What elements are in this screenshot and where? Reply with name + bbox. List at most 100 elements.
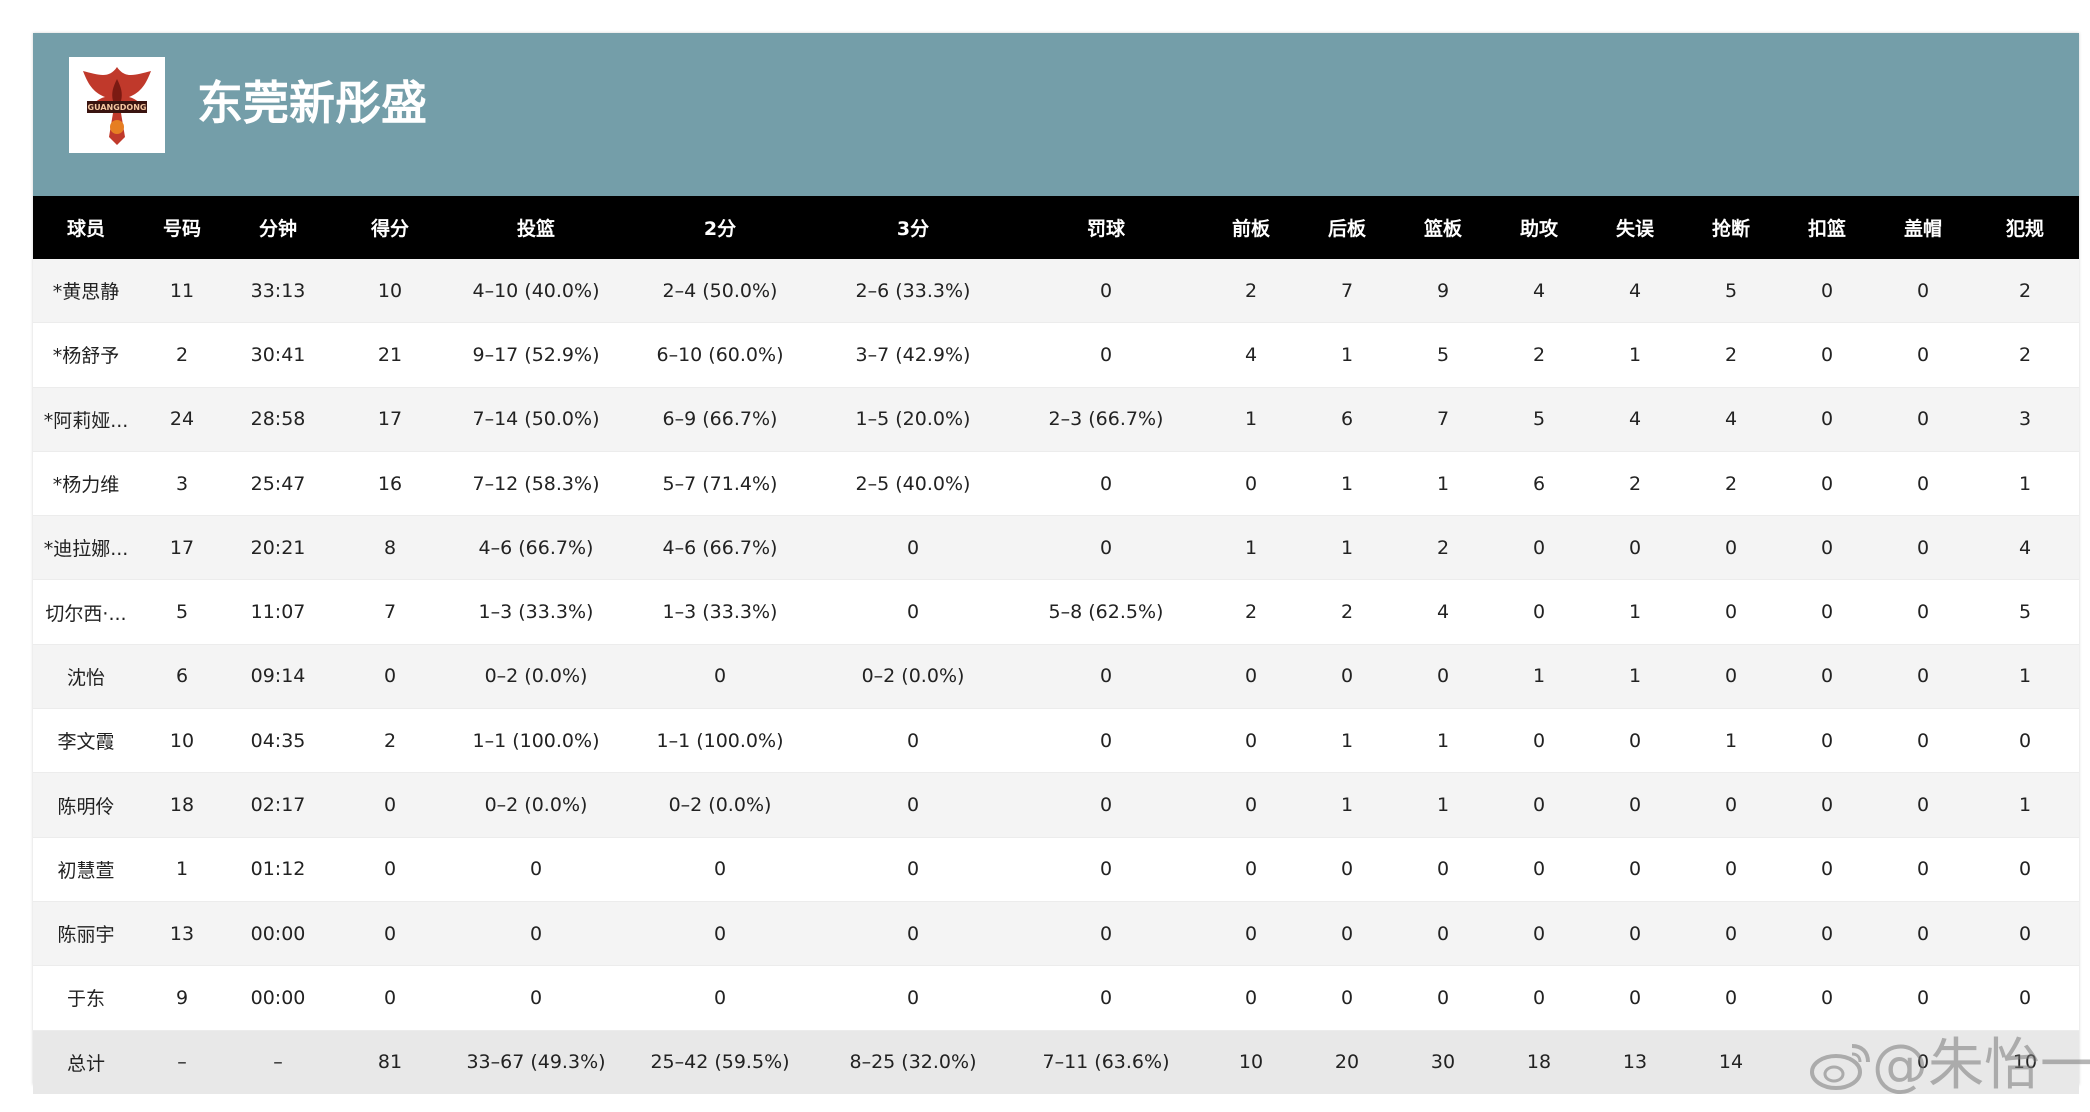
- player-name-cell[interactable]: 初慧萱: [33, 837, 139, 902]
- column-header[interactable]: 前板: [1203, 196, 1299, 259]
- player-row: 切尔西·... 5 11:07 7 1–3 (33.3%) 1–3 (33.3%) 0 5–8…: [33, 579, 2079, 645]
- stat-cell: 1: [1395, 451, 1491, 517]
- stat-cell: 10: [331, 259, 449, 324]
- stat-cell: 0: [1009, 708, 1203, 774]
- stat-cell: 4: [1683, 387, 1779, 452]
- stat-cell: 0: [1009, 965, 1203, 1031]
- stat-cell: 0: [1971, 965, 2079, 1031]
- column-header[interactable]: 盖帽: [1875, 196, 1971, 259]
- total-stat-cell: 18: [1491, 1030, 1587, 1094]
- column-header[interactable]: 3分: [817, 196, 1009, 259]
- stat-cell: 1: [1971, 451, 2079, 517]
- stat-cell: 2: [1491, 322, 1587, 388]
- player-name-cell[interactable]: *迪拉娜...: [33, 515, 139, 581]
- stat-cell: 6: [139, 644, 225, 710]
- stat-cell: 17: [139, 515, 225, 581]
- stat-cell: 0: [623, 965, 817, 1031]
- player-row: *黄思静 11 33:13 10 4–10 (40.0%) 2–4 (50.0%) 2–6 …: [33, 259, 2079, 324]
- stat-cell: 00:00: [225, 965, 331, 1031]
- player-name-cell[interactable]: 沈怡: [33, 644, 139, 710]
- column-header[interactable]: 失误: [1587, 196, 1683, 259]
- stat-cell: 0: [623, 837, 817, 902]
- stat-cell: 0: [1683, 515, 1779, 581]
- column-header[interactable]: 投篮: [449, 196, 623, 259]
- column-header[interactable]: 球员: [33, 196, 139, 259]
- stat-cell: 0–2 (0.0%): [817, 644, 1009, 710]
- stat-cell: 1: [1299, 515, 1395, 581]
- stat-cell: 0: [817, 515, 1009, 581]
- player-name-cell[interactable]: 切尔西·...: [33, 579, 139, 645]
- column-header[interactable]: 号码: [139, 196, 225, 259]
- stat-cell: 7–14 (50.0%): [449, 387, 623, 452]
- team-logo: GUANGDONG: [69, 57, 165, 153]
- stat-cell: 0: [1587, 515, 1683, 581]
- player-name-cell[interactable]: *阿莉娅...: [33, 387, 139, 452]
- column-header[interactable]: 扣篮: [1779, 196, 1875, 259]
- column-header[interactable]: 助攻: [1491, 196, 1587, 259]
- stat-cell: 0: [1203, 901, 1299, 967]
- stat-cell: 0: [1875, 901, 1971, 967]
- stat-cell: 3: [1971, 387, 2079, 452]
- stat-cell: 2–4 (50.0%): [623, 259, 817, 324]
- stat-cell: 2: [1299, 579, 1395, 645]
- stat-cell: 0: [1009, 451, 1203, 517]
- player-name-cell[interactable]: *杨舒予: [33, 322, 139, 388]
- stat-cell: 0: [1009, 259, 1203, 324]
- stat-cell: 0: [1875, 644, 1971, 710]
- stat-cell: 2: [1203, 579, 1299, 645]
- total-stat-cell: 25–42 (59.5%): [623, 1030, 817, 1094]
- column-header[interactable]: 后板: [1299, 196, 1395, 259]
- stat-cell: 0: [817, 579, 1009, 645]
- stat-cell: 0: [1779, 515, 1875, 581]
- stat-cell: 0: [1299, 965, 1395, 1031]
- player-row: 于东 9 00:00 0 0 0 0 0 0 0 0 0 0 0 0 0 0: [33, 965, 2079, 1031]
- player-row: *迪拉娜... 17 20:21 8 4–6 (66.7%) 4–6 (66.7%) 0 0 1…: [33, 515, 2079, 581]
- stat-cell: 01:12: [225, 837, 331, 902]
- stat-cell: 0: [1491, 579, 1587, 645]
- player-name-cell[interactable]: 李文霞: [33, 708, 139, 774]
- stat-cell: 11: [139, 259, 225, 324]
- stat-cell: 09:14: [225, 644, 331, 710]
- stat-cell: 24: [139, 387, 225, 452]
- total-stat-cell: 8–25 (32.0%): [817, 1030, 1009, 1094]
- stat-cell: 0: [1491, 965, 1587, 1031]
- stat-cell: 0: [1491, 837, 1587, 902]
- stat-cell: 0: [817, 708, 1009, 774]
- player-name-cell[interactable]: 于东: [33, 965, 139, 1031]
- stat-cell: 2: [139, 322, 225, 388]
- stat-cell: 0: [1395, 644, 1491, 710]
- player-name-cell[interactable]: 陈明伶: [33, 772, 139, 838]
- player-name-cell[interactable]: 陈丽宇: [33, 901, 139, 967]
- stat-cell: 9–17 (52.9%): [449, 322, 623, 388]
- player-name-cell[interactable]: *黄思静: [33, 259, 139, 324]
- player-row: *杨舒予 2 30:41 21 9–17 (52.9%) 6–10 (60.0%) 3–7 …: [33, 322, 2079, 388]
- column-header[interactable]: 篮板: [1395, 196, 1491, 259]
- player-name-cell[interactable]: *杨力维: [33, 451, 139, 517]
- stat-cell: 0: [1491, 772, 1587, 838]
- stat-cell: 7: [331, 579, 449, 645]
- total-stat-cell: 33–67 (49.3%): [449, 1030, 623, 1094]
- column-header[interactable]: 分钟: [225, 196, 331, 259]
- stat-cell: 10: [139, 708, 225, 774]
- column-header[interactable]: 罚球: [1009, 196, 1203, 259]
- stat-cell: 5: [1683, 259, 1779, 324]
- stat-cell: 0: [1779, 451, 1875, 517]
- stat-cell: 0: [1299, 644, 1395, 710]
- stat-cell: 0: [1683, 837, 1779, 902]
- stat-cell: 4: [1587, 387, 1683, 452]
- stat-cell: 6–10 (60.0%): [623, 322, 817, 388]
- column-header[interactable]: 抢断: [1683, 196, 1779, 259]
- weibo-icon: [1808, 1038, 1872, 1094]
- stat-cell: 0: [1395, 837, 1491, 902]
- stat-cell: 0: [1395, 901, 1491, 967]
- player-row: 沈怡 6 09:14 0 0–2 (0.0%) 0 0–2 (0.0%) 0 0 0 0 1 1 0 0 0 1: [33, 644, 2079, 710]
- stat-cell: 5: [1971, 579, 2079, 645]
- stat-cell: 1–5 (20.0%): [817, 387, 1009, 452]
- column-header[interactable]: 得分: [331, 196, 449, 259]
- column-header[interactable]: 犯规: [1971, 196, 2079, 259]
- stat-cell: 17: [331, 387, 449, 452]
- stat-cell: 7: [1299, 259, 1395, 324]
- stat-cell: 2: [1587, 451, 1683, 517]
- stat-cell: 0: [1491, 515, 1587, 581]
- column-header[interactable]: 2分: [623, 196, 817, 259]
